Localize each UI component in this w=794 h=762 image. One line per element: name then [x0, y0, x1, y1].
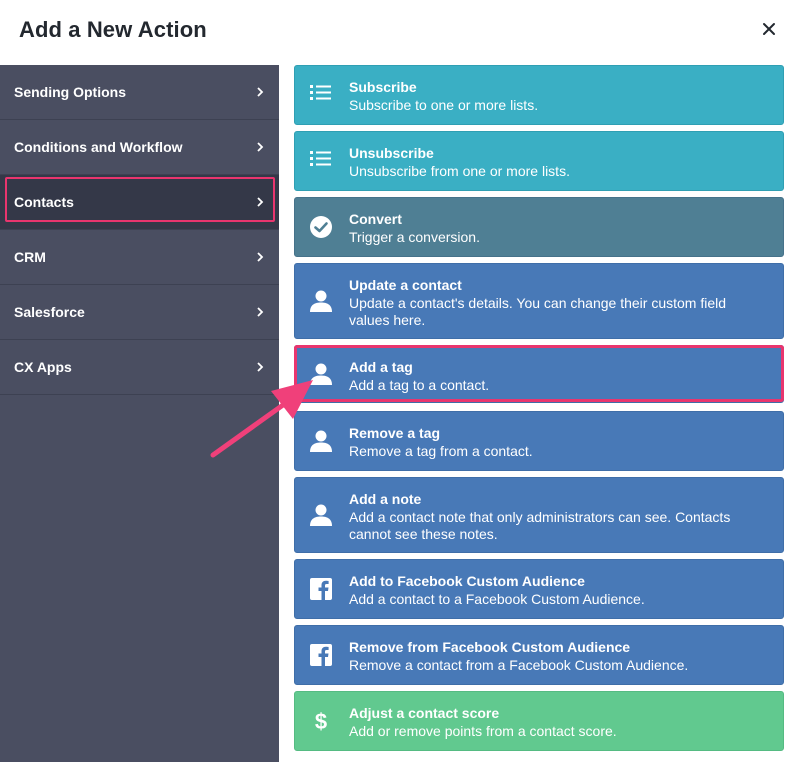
modal-header: Add a New Action: [0, 0, 794, 65]
sidebar-item-cx-apps[interactable]: CX Apps: [0, 340, 279, 395]
chevron-right-icon: [257, 362, 264, 372]
sidebar-item-sending-options[interactable]: Sending Options: [0, 65, 279, 120]
action-description: Add a tag to a contact.: [349, 377, 490, 393]
action-title: Adjust a contact score: [349, 705, 500, 721]
sidebar-item-label: Sending Options: [14, 84, 126, 100]
list-icon: [310, 85, 331, 100]
action-title: Subscribe: [349, 79, 417, 95]
action-description: Remove a contact from a Facebook Custom …: [349, 657, 689, 673]
action-description: Add a contact note that only administrat…: [349, 509, 731, 542]
sidebar-item-crm[interactable]: CRM: [0, 230, 279, 285]
close-icon: [763, 23, 775, 35]
chevron-right-icon: [257, 197, 264, 207]
action-description: Update a contact's details. You can chan…: [349, 295, 727, 328]
action-title: Update a contact: [349, 277, 462, 293]
action-add-facebook-audience[interactable]: Add to Facebook Custom Audience Add a co…: [294, 559, 784, 619]
person-icon: [310, 430, 332, 452]
person-icon: [310, 290, 332, 312]
sidebar-item-label: Conditions and Workflow: [14, 139, 183, 155]
action-description: Unsubscribe from one or more lists.: [349, 163, 570, 179]
action-title: Remove a tag: [349, 425, 441, 441]
chevron-right-icon: [257, 252, 264, 262]
facebook-icon: [310, 644, 332, 666]
action-description: Remove a tag from a contact.: [349, 443, 533, 459]
sidebar-item-label: CX Apps: [14, 359, 72, 375]
sidebar-item-contacts[interactable]: Contacts: [0, 175, 279, 230]
person-icon: [310, 504, 332, 526]
action-title: Add to Facebook Custom Audience: [349, 573, 585, 589]
action-title: Remove from Facebook Custom Audience: [349, 639, 631, 655]
action-title: Add a note: [349, 491, 422, 507]
dollar-icon: $: [315, 709, 327, 734]
sidebar-item-label: Salesforce: [14, 304, 85, 320]
svg-text:$: $: [315, 709, 327, 734]
sidebar-item-salesforce[interactable]: Salesforce: [0, 285, 279, 340]
action-title: Unsubscribe: [349, 145, 434, 161]
action-remove-tag[interactable]: Remove a tag Remove a tag from a contact…: [294, 411, 784, 471]
list-icon: [310, 151, 331, 166]
action-unsubscribe[interactable]: Unsubscribe Unsubscribe from one or more…: [294, 131, 784, 191]
facebook-icon: [310, 578, 332, 600]
action-title: Convert: [349, 211, 402, 227]
action-description: Add or remove points from a contact scor…: [349, 723, 617, 739]
action-add-note[interactable]: Add a note Add a contact note that only …: [294, 477, 784, 553]
sidebar-item-label: CRM: [14, 249, 46, 265]
category-sidebar: Sending Options Conditions and Workflow …: [0, 65, 279, 762]
action-add-tag[interactable]: Add a tag Add a tag to a contact.: [294, 345, 784, 403]
action-title: Add a tag: [349, 359, 413, 375]
close-button[interactable]: [756, 16, 782, 42]
chevron-right-icon: [257, 142, 264, 152]
sidebar-item-label: Contacts: [14, 194, 74, 210]
action-description: Trigger a conversion.: [349, 229, 480, 245]
chevron-right-icon: [257, 87, 264, 97]
action-update-contact[interactable]: Update a contact Update a contact's deta…: [294, 263, 784, 339]
check-circle-icon: [310, 216, 332, 238]
chevron-right-icon: [257, 307, 264, 317]
action-subscribe[interactable]: Subscribe Subscribe to one or more lists…: [294, 65, 784, 125]
action-remove-facebook-audience[interactable]: Remove from Facebook Custom Audience Rem…: [294, 625, 784, 685]
action-description: Subscribe to one or more lists.: [349, 97, 539, 113]
person-icon: [310, 363, 332, 385]
action-convert[interactable]: Convert Trigger a conversion.: [294, 197, 784, 257]
sidebar-item-conditions-workflow[interactable]: Conditions and Workflow: [0, 120, 279, 175]
action-adjust-contact-score[interactable]: $ Adjust a contact score Add or remove p…: [294, 691, 784, 751]
modal-title: Add a New Action: [19, 17, 207, 42]
action-description: Add a contact to a Facebook Custom Audie…: [349, 591, 645, 607]
